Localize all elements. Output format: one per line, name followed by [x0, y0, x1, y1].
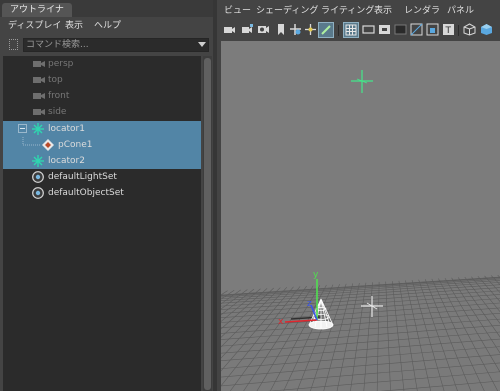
- outliner-tree: persp top front side locator1 pCone1 loc…: [3, 56, 201, 391]
- bookmark-icon[interactable]: [274, 23, 287, 36]
- camera-icon: [33, 109, 45, 115]
- viewport-menubar: ビュー シェーディング ライティング 表示 レンダラ パネル: [217, 3, 500, 19]
- outliner-item-label: locator2: [48, 156, 85, 166]
- search-options-icon[interactable]: [9, 39, 18, 50]
- outliner-item-locator1[interactable]: locator1: [3, 121, 201, 137]
- search-row: [0, 36, 213, 54]
- menu-help[interactable]: ヘルプ: [94, 20, 121, 32]
- outliner-item-defaultlightset[interactable]: defaultLightSet: [3, 169, 201, 185]
- viewport-scene[interactable]: y x z: [221, 41, 500, 391]
- outliner-tabbar: アウトライナ: [0, 0, 213, 17]
- outliner-tab[interactable]: アウトライナ: [2, 3, 72, 17]
- resolution-gate-icon[interactable]: [378, 23, 391, 36]
- locator-2-gizmo[interactable]: [351, 70, 373, 93]
- outliner-panel: アウトライナ ディスプレイ 表示 ヘルプ persp top: [0, 0, 213, 391]
- outliner-item-defaultobjectset[interactable]: defaultObjectSet: [3, 185, 201, 201]
- outliner-item-side[interactable]: side: [3, 104, 201, 120]
- menu-show[interactable]: 表示: [374, 5, 392, 17]
- smooth-shade-icon[interactable]: [480, 23, 493, 36]
- move-icon[interactable]: [304, 23, 317, 36]
- outliner-item-label: persp: [48, 59, 74, 69]
- menu-display[interactable]: ディスプレイ: [8, 20, 61, 32]
- menu-shading[interactable]: シェーディング: [256, 5, 318, 17]
- film-gate-icon[interactable]: [362, 23, 375, 36]
- outliner-item-pcone1[interactable]: pCone1: [3, 137, 201, 153]
- field-chart-icon[interactable]: [410, 23, 423, 36]
- safe-action-icon[interactable]: [426, 23, 439, 36]
- camera-attributes-icon[interactable]: [241, 23, 254, 36]
- mesh-icon: [42, 139, 54, 151]
- 3d-viewport[interactable]: y x z: [221, 41, 500, 391]
- set-icon: [32, 171, 44, 183]
- locator-icon: [32, 123, 44, 135]
- grid-icon: [345, 24, 357, 36]
- wireframe-icon[interactable]: [463, 23, 476, 36]
- grease-pencil-icon: [321, 25, 331, 35]
- menu-renderer[interactable]: レンダラ: [404, 5, 440, 17]
- menu-lighting[interactable]: ライティング: [321, 5, 374, 17]
- set-icon: [32, 187, 44, 199]
- menu-panels[interactable]: パネル: [447, 5, 474, 17]
- outliner-item-label: top: [48, 75, 63, 85]
- safe-title-icon[interactable]: T: [442, 23, 455, 36]
- outliner-item-persp[interactable]: persp: [3, 56, 201, 72]
- 2d-pan-zoom-icon[interactable]: [289, 23, 302, 36]
- outliner-item-label: side: [48, 107, 67, 117]
- camera-icon: [33, 93, 45, 99]
- menu-view[interactable]: ビュー: [224, 5, 251, 17]
- outliner-item-top[interactable]: top: [3, 72, 201, 88]
- outliner-item-front[interactable]: front: [3, 88, 201, 104]
- viewport-panel: ビュー シェーディング ライティング 表示 レンダラ パネル T y x z: [217, 0, 500, 391]
- search-input[interactable]: [26, 39, 196, 51]
- collapse-icon[interactable]: [18, 124, 27, 133]
- outliner-item-label: front: [48, 91, 70, 101]
- grid-toggle[interactable]: [343, 22, 359, 38]
- axis-z-label: z: [307, 299, 312, 309]
- outliner-item-label: defaultObjectSet: [48, 188, 124, 198]
- search-box[interactable]: [23, 38, 209, 52]
- axis-y-label: y: [313, 270, 319, 280]
- scrollbar-thumb[interactable]: [204, 58, 211, 390]
- menu-show[interactable]: 表示: [65, 20, 83, 32]
- outliner-item-label: defaultLightSet: [48, 172, 117, 182]
- chevron-down-icon[interactable]: [198, 42, 206, 47]
- outliner-item-label: locator1: [48, 124, 85, 134]
- locator-icon: [32, 155, 44, 167]
- toolbar-separator: [458, 25, 459, 36]
- svg-text:T: T: [445, 26, 452, 36]
- camera-icon: [33, 61, 45, 67]
- camera-icon: [33, 77, 45, 83]
- outliner-scrollbar[interactable]: [203, 56, 212, 391]
- gate-mask-icon[interactable]: [394, 23, 407, 36]
- toolbar-separator: [338, 25, 339, 36]
- camera-select-icon[interactable]: [223, 23, 236, 36]
- viewport-toolbar: T: [217, 20, 500, 40]
- outliner-menubar: ディスプレイ 表示 ヘルプ: [0, 17, 213, 35]
- grease-pencil-toggle[interactable]: [318, 22, 334, 38]
- image-plane-icon[interactable]: [257, 23, 270, 36]
- outliner-item-label: pCone1: [58, 140, 93, 150]
- outliner-item-locator2[interactable]: locator2: [3, 153, 201, 169]
- axis-x-label: x: [278, 317, 284, 327]
- hierarchy-line-icon: [22, 137, 40, 146]
